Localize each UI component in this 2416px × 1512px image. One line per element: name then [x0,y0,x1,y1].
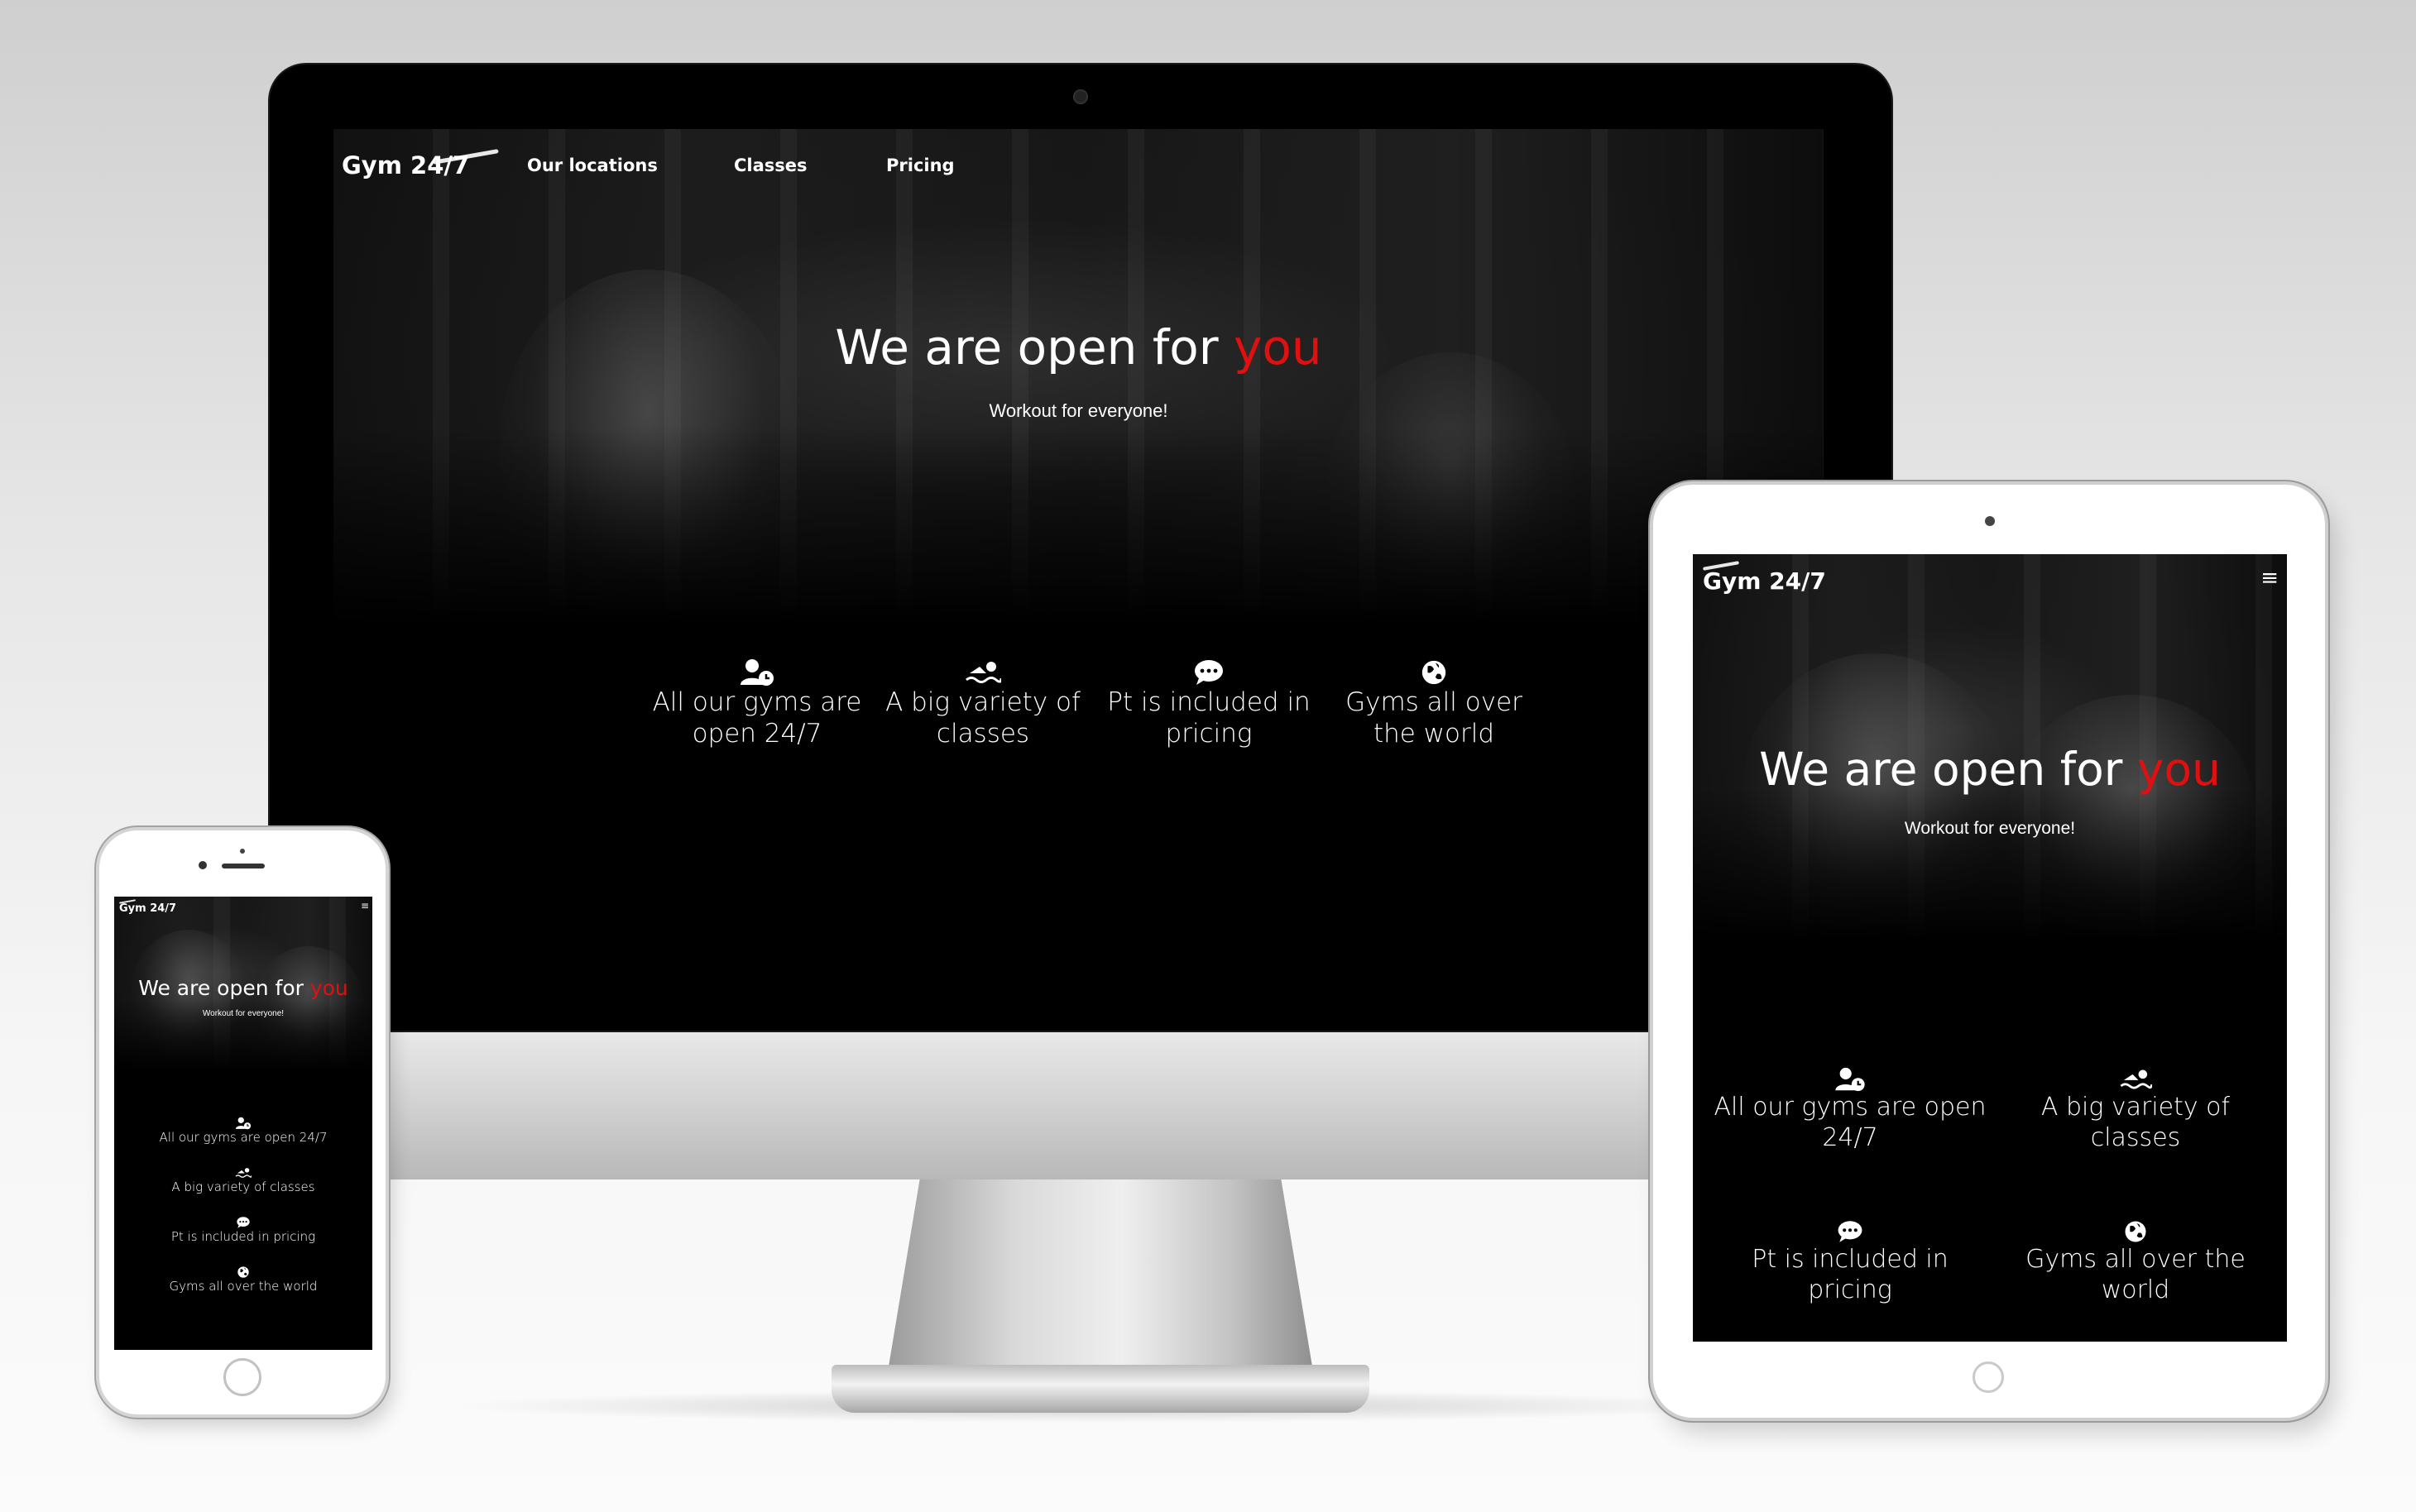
comment-icon [237,1217,250,1228]
tablet-camera [1985,516,1995,526]
tablet-home-button [1973,1361,2004,1393]
hero-title-accent: you [1234,319,1322,376]
phone-hamburger-menu-icon[interactable]: ≡ [361,900,369,912]
tablet-site-logo[interactable]: Gym 24/7 [1702,560,1826,595]
feature-pt-pricing: Pt is included in pricing [1095,658,1323,749]
phone-home-button [223,1358,261,1396]
comment-icon [1195,660,1223,685]
desktop-screen: Gym 24/7 Our locations Classes Pricing W… [333,129,1824,1031]
swimmer-icon [966,662,1001,683]
tablet-feature-classes: A big variety of classes [2007,1067,2264,1153]
hero-background [333,129,1824,625]
user-clock-icon [235,1117,252,1130]
phone-screen: Gym 24/7 ≡ We are open for you Workout f… [114,897,372,1350]
hero-figure-right [1326,352,1575,625]
nav-pricing[interactable]: Pricing [886,156,955,175]
user-clock-icon [1835,1067,1865,1092]
globe-icon [1421,660,1446,685]
feature-worldwide: Gyms all over the world [1323,658,1545,749]
phone-hero-figure-right [255,946,362,1054]
monitor-stand-neck [885,1179,1316,1386]
swimmer-icon [2120,1069,2152,1089]
tablet-hero-title: We are open for you [1759,743,2221,796]
swimmer-icon [235,1168,252,1178]
phone-feature-pt-pricing: Pt is included in pricing [114,1216,372,1244]
tablet-feature-open-247: All our gyms are open 24/7 [1693,1067,2007,1153]
tablet-screen: Gym 24/7 ≡ We are open for you Workout f… [1693,554,2287,1342]
hero-title: We are open for you [835,319,1322,376]
monitor-chin [270,1031,1891,1179]
globe-icon [237,1266,249,1278]
phone-nav: Gym 24/7 [118,898,176,916]
nav-classes[interactable]: Classes [734,156,886,175]
phone-feature-open-247: All our gyms are open 24/7 [114,1117,372,1145]
phone-camera [199,861,207,869]
phone-feature-worldwide: Gyms all over the world [114,1266,372,1294]
phone-feature-classes: A big variety of classes [114,1166,372,1194]
hero-subtitle: Workout for everyone! [989,400,1168,421]
comment-icon [1838,1221,1862,1242]
tablet-hero-subtitle: Workout for everyone! [1904,819,2076,838]
site-logo[interactable]: Gym 24/7 [342,149,527,179]
tablet-feature-worldwide: Gyms all over the world [2007,1219,2264,1305]
tablet-hero-figure-right [2007,695,2255,935]
globe-icon [2125,1221,2146,1242]
nav-our-locations[interactable]: Our locations [527,156,734,175]
feature-open-247: All our gyms are open 24/7 [643,658,871,749]
phone-proximity-sensor [240,849,245,854]
phone-site-logo[interactable]: Gym 24/7 [118,898,176,915]
monitor-stand-foot [832,1365,1369,1413]
feature-classes: A big variety of classes [871,658,1095,749]
hamburger-menu-icon[interactable]: ≡ [2260,566,2279,591]
monitor-camera [1073,89,1088,104]
phone-hero-title: We are open for you [138,976,348,1000]
desktop-nav: Gym 24/7 Our locations Classes Pricing [342,141,955,190]
phone-hero-subtitle: Workout for everyone! [202,1009,285,1018]
tablet-nav: Gym 24/7 [1702,560,1826,599]
user-clock-icon [741,659,774,686]
phone-speaker [222,864,265,868]
tablet-feature-pt-pricing: Pt is included in pricing [1693,1219,2007,1305]
